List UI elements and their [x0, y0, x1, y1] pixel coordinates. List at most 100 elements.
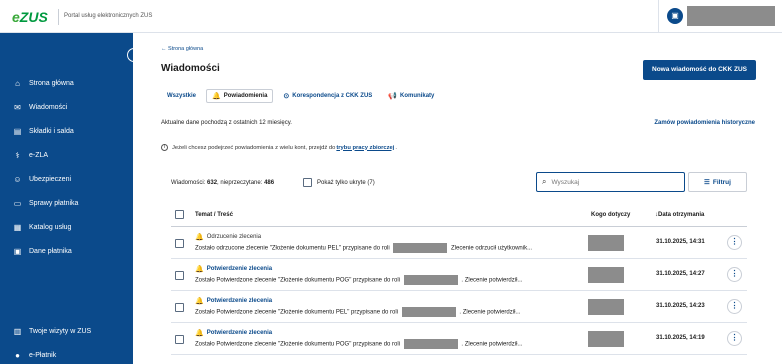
bell-icon: 🔔	[195, 330, 204, 337]
sidebar-item-label: Strona główna	[29, 79, 74, 87]
search-input[interactable]: ⌕ Wyszukaj	[536, 172, 685, 192]
received-date: 31.10.2025, 14:27	[656, 271, 705, 277]
calendar-icon: ▥	[13, 326, 22, 336]
role-redacted	[403, 339, 458, 349]
concerns-redacted	[588, 267, 624, 283]
sidebar-item[interactable]: ⚕ e-ZLA	[12, 148, 48, 162]
message-subject[interactable]: 🔔 Odrzucenie zlecenia	[195, 233, 261, 241]
sidebar-item-label: Sprawy płatnika	[29, 199, 79, 207]
tab-notifications[interactable]: 🔔 Powiadomienia	[206, 89, 274, 103]
sidebar-item-label: Katalog usług	[29, 223, 72, 231]
message-row[interactable]: 🔔 Potwierdzenie zlecenia Zostało Potwierdz…	[171, 260, 747, 291]
sidebar-item[interactable]: ▣ Dane płatnika	[12, 244, 72, 258]
show-hidden-toggle[interactable]: Pokaż tylko ukryte (7)	[303, 178, 375, 187]
folder-icon: ▭	[13, 198, 22, 208]
row-checkbox[interactable]	[175, 239, 184, 248]
account-name-redacted	[687, 6, 775, 26]
message-preview: Zostało Potwierdzone zlecenie "Złożenie …	[195, 307, 575, 317]
message-stats: Wiadomości: 632, nieprzeczytane: 486	[171, 180, 275, 186]
received-date: 31.10.2025, 14:19	[656, 335, 705, 341]
more-options-icon[interactable]: ⋮	[727, 331, 742, 346]
sidebar-item[interactable]: ⌂ Strona główna	[12, 76, 74, 90]
row-checkbox[interactable]	[175, 271, 184, 280]
back-link[interactable]: ← Strona główna	[161, 46, 203, 52]
medical-icon: ⚕	[15, 150, 20, 160]
ezus-logo[interactable]: eZUS	[12, 9, 48, 25]
sidebar-item-label: Dane płatnika	[29, 247, 72, 255]
message-preview: Zostało Potwierdzone zlecenie "Złożenie …	[195, 275, 575, 285]
show-hidden-checkbox[interactable]	[303, 178, 312, 187]
page-title: Wiadomości	[161, 63, 220, 74]
message-row[interactable]: 🔔 Potwierdzenie zlecenia Zostało Potwierdz…	[171, 324, 747, 355]
people-icon: ☺	[13, 174, 22, 184]
column-date-sort[interactable]: ↓Data otrzymania	[655, 212, 704, 218]
message-row[interactable]: 🔔 Potwierdzenie zlecenia Zostało Potwierdz…	[171, 292, 747, 323]
sidebar-item[interactable]: ✉ Wiadomości	[12, 100, 67, 114]
filter-button[interactable]: ☰ Filtruj	[688, 172, 747, 192]
more-options-icon[interactable]: ⋮	[727, 267, 742, 282]
bell-icon: 🔔	[212, 93, 221, 100]
concerns-redacted	[588, 299, 624, 315]
more-options-icon[interactable]: ⋮	[727, 299, 742, 314]
info-icon: i	[161, 144, 168, 151]
concerns-redacted	[588, 331, 624, 347]
data-age-notice: Aktualne dane pochodzą z ostatnich 12 mi…	[161, 120, 292, 126]
tab-all[interactable]: Wszystkie	[161, 89, 202, 103]
received-date: 31.10.2025, 14:23	[656, 303, 705, 309]
message-preview: Zostało odrzucone zlecenie "Złożenie dok…	[195, 243, 575, 253]
top-bar: eZUS Portal usług elektronicznych ZUS ▣	[0, 0, 782, 33]
id-card-icon: ▣	[13, 246, 22, 256]
home-icon: ⌂	[15, 78, 20, 88]
sidebar-item[interactable]: ▦ Katalog usług	[12, 220, 72, 234]
role-redacted	[393, 243, 448, 253]
tab-announcements[interactable]: 📢 Komunikaty	[382, 89, 440, 103]
sidebar-item-label: e-ZLA	[29, 151, 49, 159]
sidebar-item[interactable]: ☺ Ubezpieczeni	[12, 172, 71, 186]
sidebar-item[interactable]: ▥ Twoje wizyty w ZUS	[12, 324, 92, 338]
tab-correspondence[interactable]: ⊙ Korespondencja z CKK ZUS	[277, 89, 378, 103]
message-row[interactable]: 🔔 Odrzucenie zlecenia Zostało odrzucone zl…	[171, 228, 747, 259]
bell-icon: 🔔	[195, 266, 204, 273]
sidebar-item-label: Ubezpieczeni	[29, 175, 72, 183]
more-options-icon[interactable]: ⋮	[727, 235, 742, 250]
sidebar-item-label: Składki i salda	[29, 127, 74, 135]
new-message-button[interactable]: Nowa wiadomość do CKK ZUS	[643, 60, 756, 80]
account-switcher[interactable]: ▣	[658, 0, 782, 33]
sidebar-item-label: e-Płatnik	[29, 351, 57, 359]
role-redacted	[401, 307, 456, 317]
bell-icon: 🔔	[195, 298, 204, 305]
order-history-link[interactable]: Zamów powiadomienia historyczne	[654, 120, 755, 126]
received-date: 31.10.2025, 14:31	[656, 239, 705, 245]
role-redacted	[403, 275, 458, 285]
sidebar-item-label: Twoje wizyty w ZUS	[29, 327, 92, 335]
concerns-redacted	[588, 235, 624, 251]
message-tabs: Wszystkie 🔔 Powiadomienia ⊙ Korespondencja…	[161, 89, 440, 103]
logo-divider	[58, 9, 59, 25]
bulk-mode-notice: i Jeżeli chcesz podejrzeć powiadomienia …	[161, 144, 397, 151]
message-subject[interactable]: 🔔 Potwierdzenie zlecenia	[195, 329, 272, 337]
bulk-mode-link[interactable]: trybu pracy zbiorczej	[336, 145, 394, 151]
portal-name: Portal usług elektronicznych ZUS	[64, 13, 153, 19]
row-checkbox[interactable]	[175, 335, 184, 344]
user-icon: ●	[15, 350, 20, 360]
row-checkbox[interactable]	[175, 303, 184, 312]
search-icon: ⌕	[542, 177, 547, 186]
main-content: ← Strona główna Wiadomości Nowa wiadomoś…	[133, 33, 782, 364]
sidebar-item-label: Wiadomości	[29, 103, 68, 111]
ledger-icon: ▤	[13, 126, 22, 136]
briefcase-icon: ▣	[667, 8, 683, 24]
sidebar-item[interactable]: ● e-Płatnik	[12, 348, 56, 362]
chat-icon: ⊙	[283, 93, 290, 100]
sidebar-item[interactable]: ▤ Składki i salda	[12, 124, 74, 138]
select-all-checkbox[interactable]	[175, 210, 184, 219]
message-preview: Zostało Potwierdzone zlecenie "Złożenie …	[195, 339, 575, 349]
column-subject: Temat / Treść	[195, 211, 233, 218]
catalog-icon: ▦	[13, 222, 22, 232]
message-subject[interactable]: 🔔 Potwierdzenie zlecenia	[195, 297, 272, 305]
bell-icon: 🔔	[195, 234, 204, 241]
message-subject[interactable]: 🔔 Potwierdzenie zlecenia	[195, 265, 272, 273]
mail-icon: ✉	[14, 102, 21, 112]
sidebar-item[interactable]: ▭ Sprawy płatnika	[12, 196, 79, 210]
column-who: Kogo dotyczy	[591, 211, 631, 218]
table-header: Temat / Treść Kogo dotyczy ↓Data otrzyma…	[171, 203, 747, 227]
